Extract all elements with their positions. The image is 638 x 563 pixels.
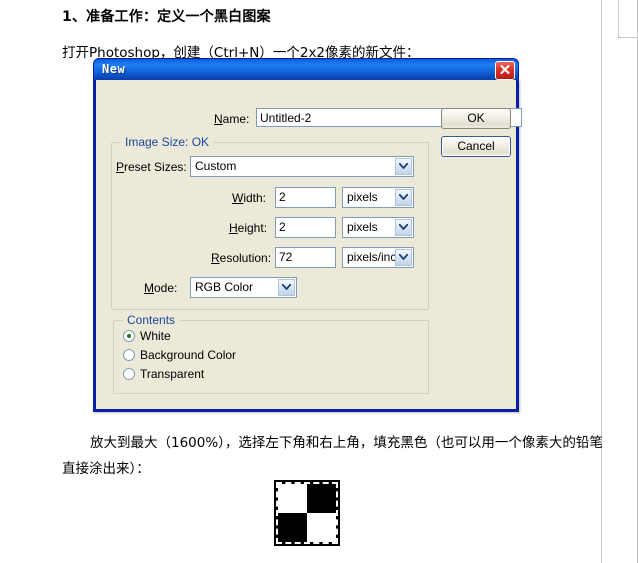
radio-indicator-icon: [123, 368, 135, 380]
margin-corner-vertical: [618, 0, 619, 37]
mode-label: Mode:: [144, 281, 178, 295]
chevron-down-icon[interactable]: [395, 158, 412, 175]
chevron-down-icon[interactable]: [395, 189, 412, 206]
width-input[interactable]: 2: [275, 187, 336, 208]
preset-sizes-value: Custom: [195, 159, 237, 173]
resolution-label: Resolution:: [211, 251, 272, 265]
mode-select[interactable]: RGB Color: [190, 277, 297, 298]
preset-sizes-select[interactable]: Custom: [190, 156, 414, 177]
radio-background-color-label: Background Color: [140, 348, 237, 362]
height-unit-value: pixels: [347, 220, 378, 234]
chevron-down-icon[interactable]: [395, 249, 412, 266]
swatch-cell-top-right: [307, 484, 336, 513]
contents-group-title: Contents: [123, 313, 180, 327]
swatch-cell-bottom-right: [307, 513, 336, 542]
image-size-group: Image Size: OK Preset Sizes: Custom Widt…: [111, 135, 429, 310]
radio-transparent-label: Transparent: [140, 367, 205, 381]
swatch-cell-bottom-left: [278, 513, 307, 542]
cancel-button-label: Cancel: [457, 139, 495, 153]
resolution-input[interactable]: 72: [275, 247, 336, 268]
new-document-dialog: New NName:ame: Untitled-2 OK Cancel Imag…: [93, 58, 522, 412]
width-label: Width:: [232, 191, 267, 205]
height-label: Height:: [229, 221, 268, 235]
ok-button[interactable]: OK: [441, 108, 511, 129]
page-title: 1、准备工作：定义一个黑白图案: [62, 9, 271, 25]
width-unit-select[interactable]: pixels: [342, 187, 414, 208]
checkerboard-swatch: [274, 480, 340, 546]
swatch-cell-top-left: [278, 484, 307, 513]
contents-group: Contents White Background Color Transpar…: [113, 313, 429, 394]
image-size-group-title: Image Size: OK: [121, 135, 214, 149]
radio-indicator-icon: [123, 349, 135, 361]
cancel-button[interactable]: Cancel: [441, 136, 511, 157]
mode-value: RGB Color: [195, 280, 254, 294]
close-icon[interactable]: [495, 61, 515, 80]
height-input[interactable]: 2: [275, 217, 336, 238]
radio-white-label: White: [140, 329, 171, 343]
resolution-unit-select[interactable]: pixels/inch: [342, 247, 414, 268]
radio-indicator-icon: [123, 330, 135, 342]
dialog-titlebar[interactable]: New: [93, 58, 519, 80]
name-label: NName:ame:: [214, 112, 250, 126]
chevron-down-icon[interactable]: [278, 279, 295, 296]
document-page: 1、准备工作：定义一个黑白图案 打开Photoshop，创建（Ctrl+N）一个…: [0, 0, 638, 563]
height-unit-select[interactable]: pixels: [342, 217, 414, 238]
zoom-instruction-paragraph: 放大到最大（1600%），选择左下角和右上角，填充黑色（也可以用一个像素大的铅笔…: [62, 435, 603, 477]
dialog-title: New: [102, 62, 126, 76]
margin-corner-horizontal: [618, 37, 638, 38]
chevron-down-icon[interactable]: [395, 219, 412, 236]
width-unit-value: pixels: [347, 190, 378, 204]
preset-sizes-label: Preset Sizes:: [116, 160, 187, 174]
